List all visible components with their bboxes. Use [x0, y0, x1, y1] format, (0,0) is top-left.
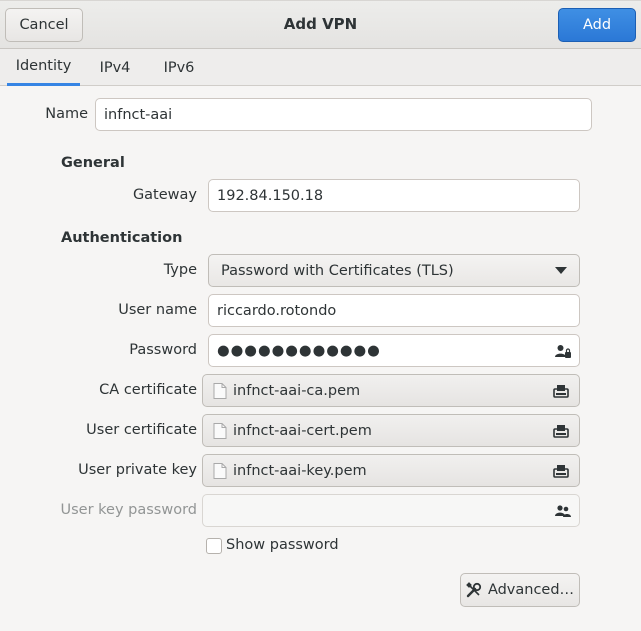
ca-certificate-filename: infnct-aai-ca.pem: [233, 382, 361, 399]
user-key-password-label: User key password: [60, 502, 198, 518]
document-icon: [213, 382, 227, 399]
ca-certificate-chooser[interactable]: infnct-aai-ca.pem: [202, 374, 580, 407]
username-input[interactable]: [217, 302, 571, 319]
dialog-title: Add VPN: [283, 15, 358, 33]
user-private-key-chooser[interactable]: infnct-aai-key.pem: [202, 454, 580, 487]
folder-browse-icon: [553, 384, 569, 398]
user-key-password-input[interactable]: [211, 502, 571, 519]
authentication-heading: Authentication: [61, 230, 183, 246]
users-icon[interactable]: [555, 503, 571, 519]
show-password-checkbox[interactable]: [206, 538, 222, 554]
document-icon: [213, 462, 227, 479]
tab-ipv6[interactable]: IPv6: [150, 49, 208, 86]
document-icon: [213, 422, 227, 439]
folder-browse-icon: [553, 424, 569, 438]
header-bar: Cancel Add VPN Add: [0, 0, 641, 49]
username-field[interactable]: [208, 294, 580, 327]
show-password-label[interactable]: Show password: [226, 537, 339, 553]
folder-browse-icon: [553, 464, 569, 478]
password-input[interactable]: ●●●●●●●●●●●●: [217, 343, 381, 359]
name-field[interactable]: [95, 98, 592, 131]
general-heading: General: [61, 155, 125, 171]
user-certificate-label: User certificate: [86, 422, 197, 438]
user-private-key-label: User private key: [78, 462, 197, 478]
advanced-label: Advanced…: [487, 582, 575, 598]
chevron-down-icon: [555, 266, 567, 275]
name-input[interactable]: [104, 106, 583, 123]
add-button[interactable]: Add: [558, 8, 636, 42]
password-field[interactable]: ●●●●●●●●●●●●: [208, 334, 580, 367]
tab-ipv4[interactable]: IPv4: [86, 49, 144, 86]
auth-type-dropdown[interactable]: Password with Certificates (TLS): [208, 254, 580, 287]
name-label: Name: [45, 106, 88, 122]
gateway-label: Gateway: [132, 187, 197, 203]
gateway-input[interactable]: [217, 187, 571, 204]
tools-icon: [466, 582, 482, 598]
type-label: Type: [163, 262, 197, 278]
ca-certificate-label: CA certificate: [99, 382, 197, 398]
username-label: User name: [118, 302, 197, 318]
user-certificate-filename: infnct-aai-cert.pem: [233, 422, 372, 439]
user-private-key-filename: infnct-aai-key.pem: [233, 462, 367, 479]
gateway-field[interactable]: [208, 179, 580, 212]
tab-identity[interactable]: Identity: [7, 49, 80, 86]
user-certificate-chooser[interactable]: infnct-aai-cert.pem: [202, 414, 580, 447]
auth-type-value: Password with Certificates (TLS): [221, 262, 454, 279]
user-lock-icon[interactable]: [555, 343, 571, 359]
tab-bar: Identity IPv4 IPv6: [0, 49, 641, 86]
password-label: Password: [129, 342, 197, 358]
user-key-password-field[interactable]: [202, 494, 580, 527]
advanced-button[interactable]: Advanced…: [460, 573, 580, 607]
